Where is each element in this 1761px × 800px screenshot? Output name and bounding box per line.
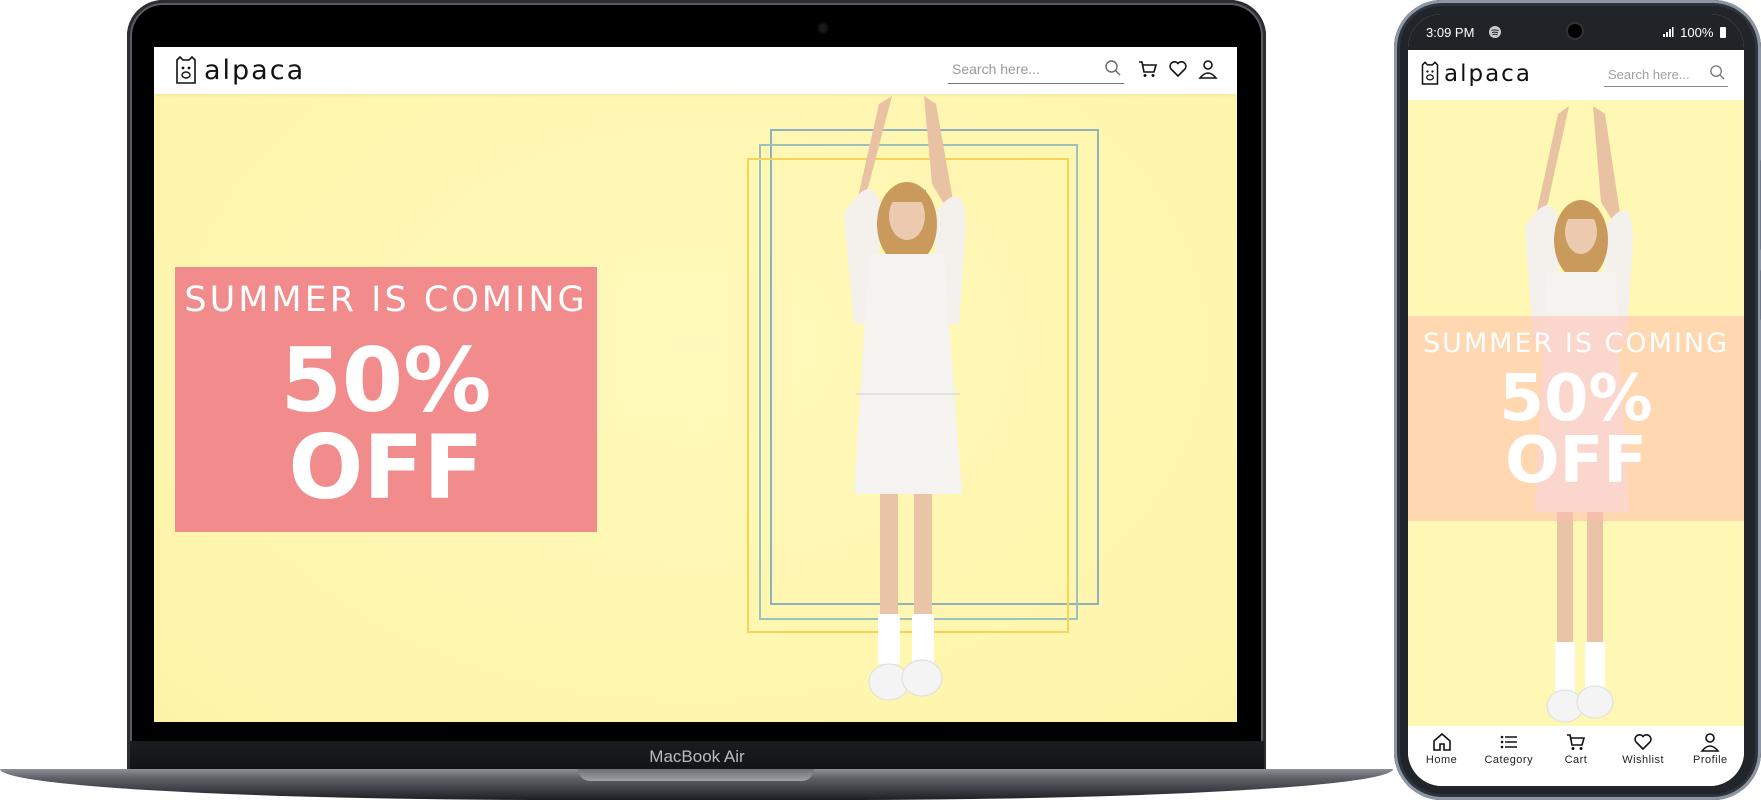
phone-frame: SUMMER IS COMING 50% OFF 3:09 PM 100% al… xyxy=(1394,0,1761,800)
search-bar xyxy=(948,57,1124,84)
laptop-brand-label: MacBook Air xyxy=(649,747,745,766)
promo-subtitle: SUMMER IS COMING xyxy=(184,280,588,320)
search-icon[interactable] xyxy=(1104,59,1122,77)
tab-category[interactable]: Category xyxy=(1477,732,1541,766)
phone-screen: SUMMER IS COMING 50% OFF 3:09 PM 100% al… xyxy=(1408,14,1744,786)
tab-home[interactable]: Home xyxy=(1410,732,1474,766)
alpaca-logo-icon xyxy=(176,55,196,84)
signal-icon xyxy=(1663,27,1674,37)
cart-icon xyxy=(1566,734,1586,750)
laptop-base-notch xyxy=(578,769,814,781)
heart-icon[interactable] xyxy=(1168,59,1188,79)
status-time: 3:09 PM xyxy=(1426,25,1475,40)
tab-profile[interactable]: Profile xyxy=(1678,732,1742,766)
battery-percent: 100% xyxy=(1680,25,1714,40)
tab-label: Wishlist xyxy=(1622,754,1665,766)
cart-icon[interactable] xyxy=(1138,59,1158,79)
promo-off-mobile: OFF xyxy=(1505,424,1647,498)
promo-off: OFF xyxy=(288,416,484,519)
logo-text-mobile: alpaca xyxy=(1444,61,1532,87)
tab-wishlist[interactable]: Wishlist xyxy=(1611,732,1675,766)
home-icon xyxy=(1432,732,1451,751)
battery-level: 100% xyxy=(1680,25,1726,40)
logo[interactable]: alpaca xyxy=(174,55,305,86)
promo-subtitle-mobile: SUMMER IS COMING xyxy=(1422,328,1730,359)
laptop-camera xyxy=(819,24,827,32)
promo-banner[interactable]: SUMMER IS COMING 50% OFF xyxy=(175,267,597,532)
search-input[interactable] xyxy=(948,57,1102,81)
alpaca-logo-icon xyxy=(1421,61,1439,85)
tab-label: Cart xyxy=(1564,754,1588,766)
logo-mobile[interactable]: alpaca xyxy=(1420,61,1532,87)
spotify-icon xyxy=(1489,26,1501,38)
top-navbar: alpaca xyxy=(154,47,1237,94)
model-photo xyxy=(844,96,966,701)
top-navbar-mobile: alpaca xyxy=(1408,50,1744,100)
promo-discount: 50% xyxy=(280,329,492,432)
promo-banner-mobile[interactable]: SUMMER IS COMING 50% OFF xyxy=(1408,316,1744,521)
user-icon[interactable] xyxy=(1198,59,1218,79)
logo-text: alpaca xyxy=(204,55,306,86)
status-bar: 3:09 PM 100% xyxy=(1408,14,1744,50)
front-camera xyxy=(1568,24,1582,38)
search-bar-mobile xyxy=(1604,64,1728,87)
list-icon xyxy=(1500,735,1517,749)
tab-cart[interactable]: Cart xyxy=(1544,732,1608,766)
battery-icon xyxy=(1720,27,1726,38)
laptop-screen: SUMMER IS COMING 50% OFF alpaca xyxy=(154,47,1237,722)
search-input-mobile[interactable] xyxy=(1604,64,1708,84)
tab-label: Profile xyxy=(1693,754,1728,766)
search-icon[interactable] xyxy=(1709,64,1726,81)
tab-label: Category xyxy=(1484,754,1534,766)
tab-label: Home xyxy=(1425,754,1458,766)
heart-icon xyxy=(1634,734,1652,751)
promo-discount-mobile: 50% xyxy=(1499,362,1653,436)
bottom-tab-bar: Home Category Cart Wishlist Profile xyxy=(1408,726,1744,786)
user-icon xyxy=(1700,733,1721,752)
